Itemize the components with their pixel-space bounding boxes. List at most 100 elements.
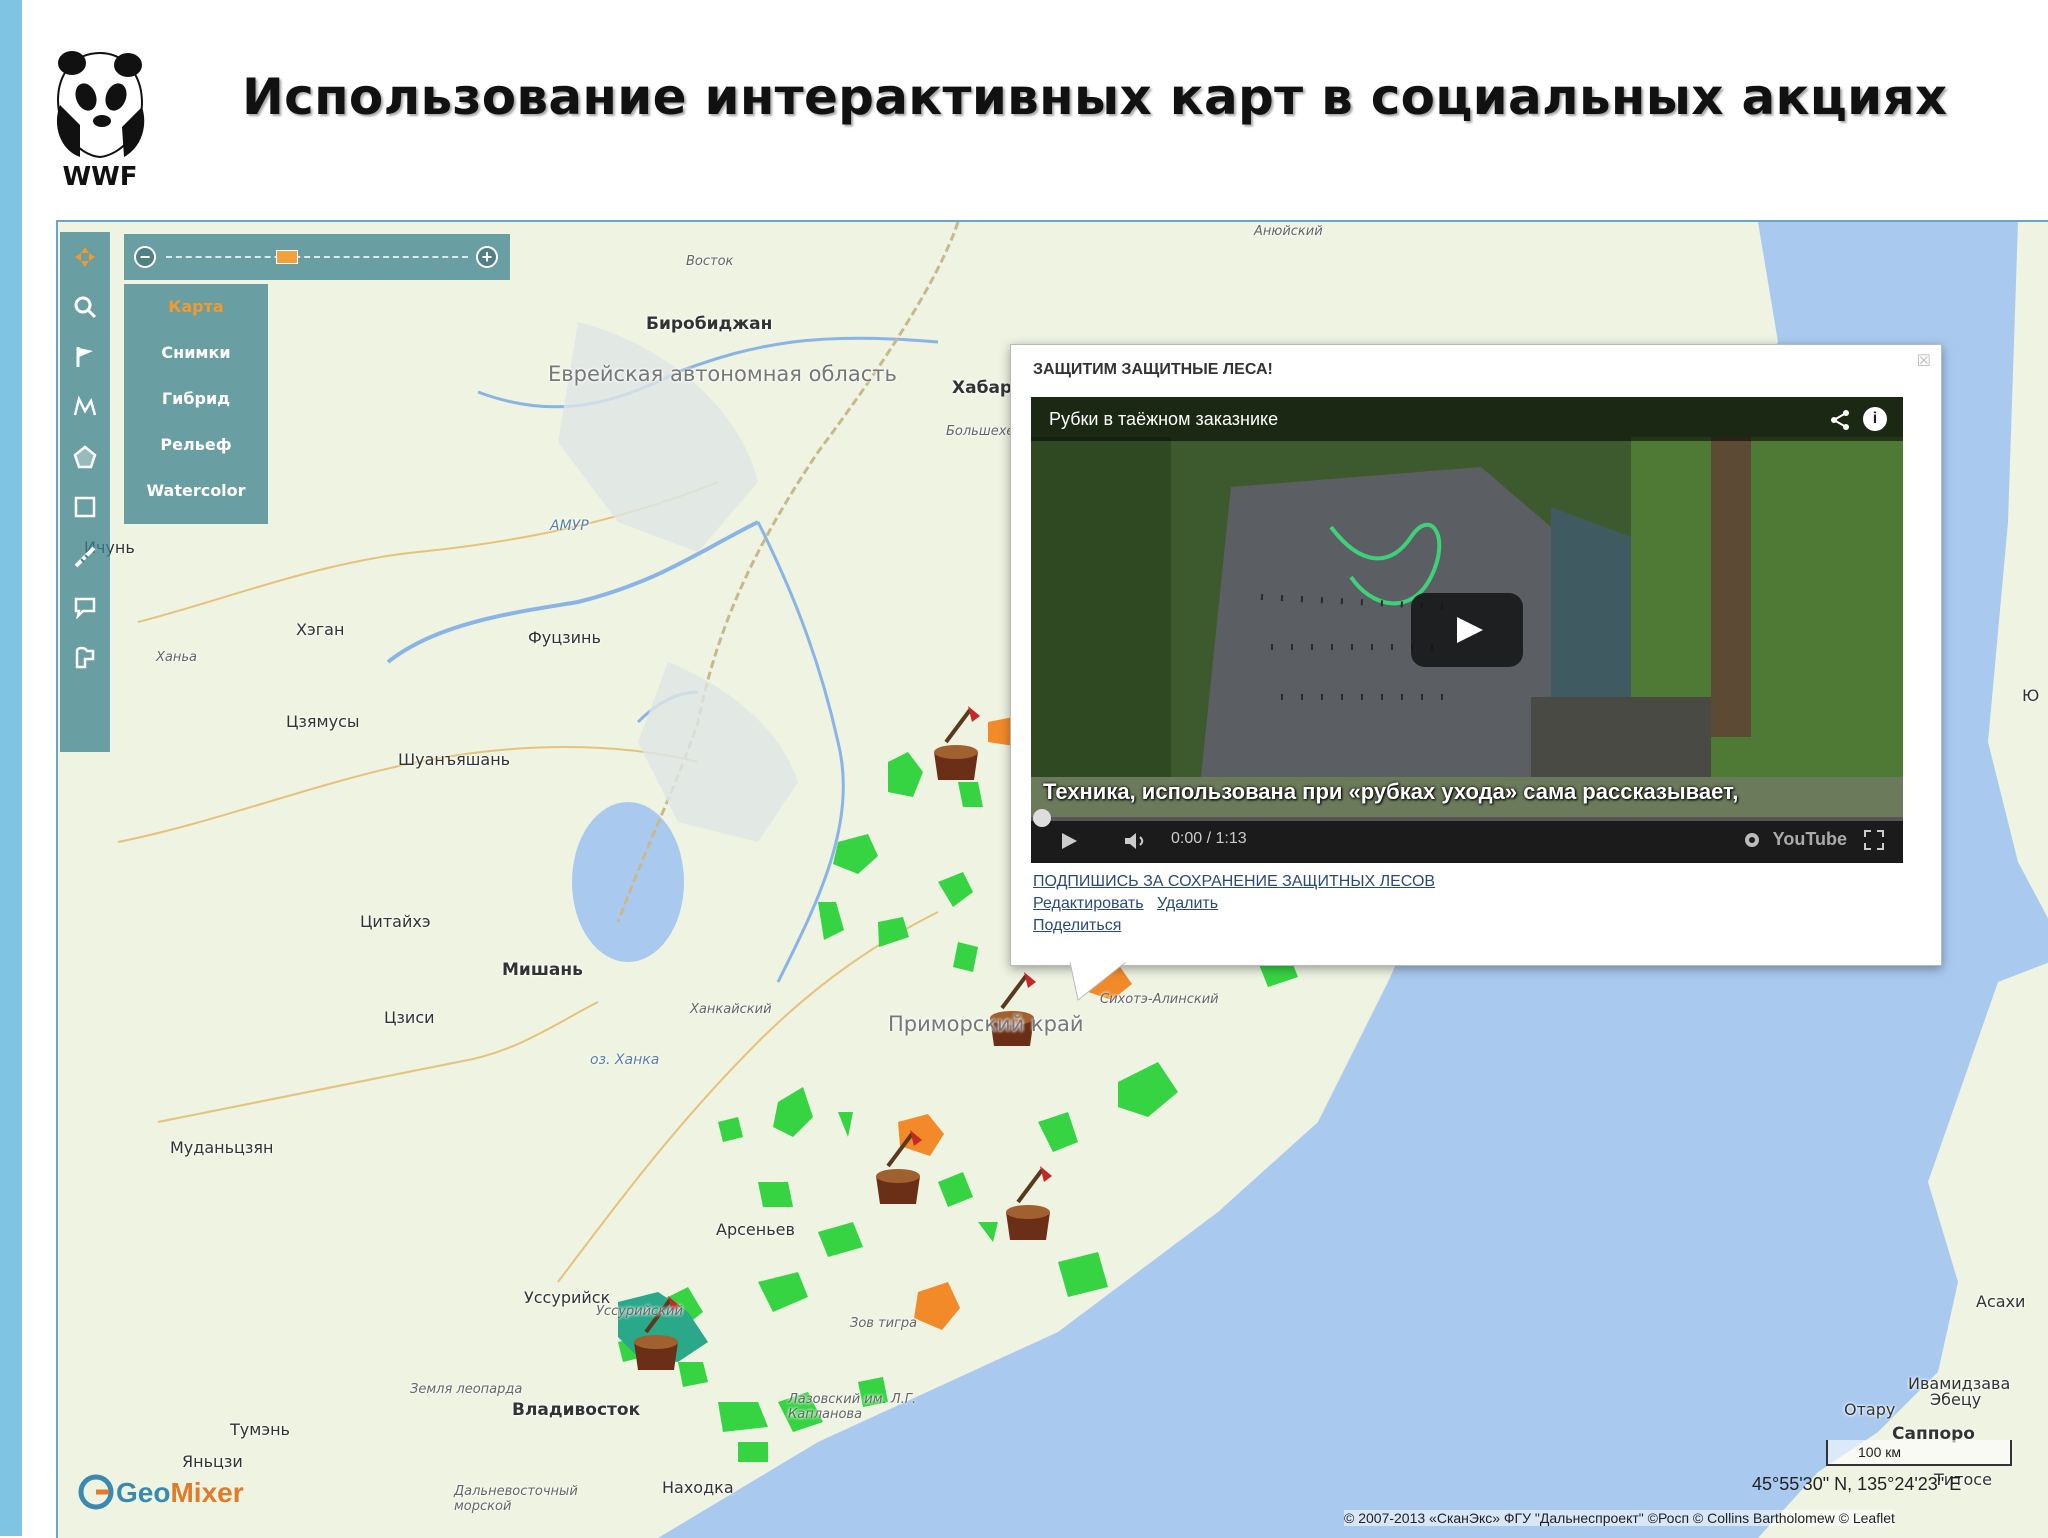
zoom-in-button[interactable]: + [476,246,498,268]
area-tool[interactable] [60,632,110,682]
polyline-icon [73,395,97,416]
base-layer-switcher: Карта Снимки Гибрид Рельеф Watercolor [124,284,268,524]
progress-knob[interactable] [1033,809,1051,827]
settings-gear-icon[interactable] [1741,829,1763,851]
layer-map[interactable]: Карта [124,284,268,330]
zoom-slider[interactable]: − + [124,234,510,280]
video-player[interactable]: Рубки в таёжном заказнике i Техника, исп… [1031,397,1903,863]
place-label: Находка [662,1478,734,1497]
place-label: Цитайхэ [360,912,431,931]
map-toolbar [60,232,110,752]
place-label: Яньцзи [182,1452,243,1471]
place-label: Анюйский [1254,224,1323,239]
polyline-tool[interactable] [60,382,110,432]
place-label: Эбецу [1930,1390,1982,1409]
video-title[interactable]: Рубки в таёжном заказнике [1049,409,1278,430]
svg-text:WWF: WWF [62,162,137,192]
youtube-logo[interactable]: YouTube [1773,829,1847,850]
place-label: Ханьа [156,650,197,665]
place-label: Тумэнь [230,1420,290,1439]
place-label: Хэган [296,620,345,639]
comment-tool[interactable] [60,582,110,632]
area-icon [75,646,95,669]
place-label: Дальневосточный морской [454,1484,578,1514]
stump-marker-3[interactable] [866,1126,930,1206]
polygon-tool[interactable] [60,432,110,482]
place-label: Приморский край [888,1012,1084,1036]
stump-marker-1[interactable] [924,702,988,782]
popup-tail [1069,962,1127,1001]
place-label: Биробиджан [646,314,773,334]
popup-close-button[interactable]: ☒ [1917,351,1931,371]
petition-link[interactable]: ПОДПИШИСЬ ЗА СОХРАНЕНИЕ ЗАЩИТНЫХ ЛЕСОВ [1033,873,1435,891]
edit-link[interactable]: Редактировать [1033,895,1144,913]
layer-relief[interactable]: Рельеф [124,422,268,468]
progress-bar[interactable] [1031,809,1903,827]
stump-marker-4[interactable] [996,1162,1060,1242]
ruler-icon [74,546,96,568]
interactive-map[interactable]: Биробиджан Еврейская автономная область … [56,220,2048,1538]
rectangle-icon [74,496,96,518]
scale-label: 100 км [1858,1444,1901,1460]
video-subtitle: Техника, использована при «рубках ухода»… [1043,779,1739,804]
rectangle-tool[interactable] [60,482,110,532]
place-label: Зов тигра [850,1316,918,1331]
video-top-bar: Рубки в таёжном заказнике i [1031,397,1903,441]
place-label: Уссурийский [596,1304,683,1319]
place-label: Муданьцзян [170,1138,274,1157]
play-small-icon[interactable] [1059,831,1079,851]
zoom-icon [74,296,97,319]
flag-tool[interactable] [60,332,110,382]
geomixer-logo: GeoMixer [116,1477,244,1508]
place-label: Асахи [1976,1292,2026,1311]
scale-bar [1826,1440,2012,1466]
volume-icon[interactable] [1123,831,1149,851]
place-label: оз. Ханка [590,1052,660,1068]
panda-icon: WWF [56,51,145,192]
place-label: Хабар [952,378,1013,398]
zoom-tool[interactable] [60,282,110,332]
fullscreen-icon[interactable] [1863,829,1885,851]
wwf-logo: WWF [50,45,150,195]
place-label: Ю [2022,686,2040,705]
slide-title: Использование интерактивных карт в социа… [242,68,1948,126]
layer-satellite[interactable]: Снимки [124,330,268,376]
place-label: Отару [1844,1400,1896,1419]
place-label: Цзиси [384,1008,435,1027]
place-label: Лазовский им. Л.Г. Капланова [788,1392,917,1422]
geomixer-logo-icon [78,1474,114,1510]
zoom-out-button[interactable]: − [134,246,156,268]
place-label: Шуанъяшань [398,750,511,769]
video-time: 0:00 / 1:13 [1171,830,1247,847]
info-icon[interactable]: i [1863,407,1887,431]
slide-accent-stripe [0,0,22,1536]
place-label: Владивосток [512,1400,641,1420]
zoom-track[interactable] [166,256,468,261]
marker-popup: ☒ ЗАЩИТИМ ЗАЩИТНЫЕ ЛЕСА! Рубки в таёжном… [1010,344,1942,966]
delete-link[interactable]: Удалить [1157,895,1218,913]
share-link[interactable]: Поделиться [1033,917,1121,935]
place-label: Мишань [502,960,583,980]
place-label: Фуцзинь [528,628,601,647]
layer-hybrid[interactable]: Гибрид [124,376,268,422]
place-label: Цзямусы [286,712,360,731]
pan-tool[interactable] [60,232,110,282]
zoom-handle[interactable] [276,250,298,264]
comment-icon [74,597,96,619]
popup-title: ЗАЩИТИМ ЗАЩИТНЫЕ ЛЕСА! [1033,361,1273,378]
ruler-tool[interactable] [60,532,110,582]
place-label: Арсеньев [716,1220,795,1239]
place-label: Ханкайский [690,1002,772,1017]
lake-khanka [572,802,684,962]
place-label: Восток [686,254,734,269]
layer-watercolor[interactable]: Watercolor [124,468,268,514]
map-attribution: © 2007-2013 «СканЭкс» ФГУ "Дальнеспроект… [1344,1510,1895,1526]
place-label: Земля леопарда [410,1382,523,1397]
place-label: Еврейская автономная область [548,362,897,386]
share-icon[interactable] [1829,409,1851,431]
polygon-icon [73,445,97,469]
coordinates-readout: 45°55'30" N, 135°24'23" E [1752,1474,1962,1494]
stump-marker-2[interactable] [980,968,1044,1048]
play-button[interactable] [1411,593,1523,667]
place-label: АМУР [550,518,589,534]
